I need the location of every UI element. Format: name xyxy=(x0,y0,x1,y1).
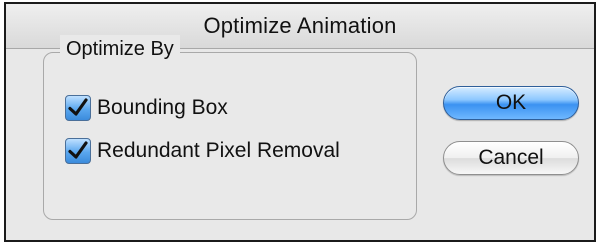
redundant-pixel-removal-checkbox[interactable] xyxy=(65,138,91,164)
optimize-animation-dialog: Optimize Animation Optimize By Bounding … xyxy=(4,2,596,242)
bounding-box-checkbox[interactable] xyxy=(65,95,91,121)
redundant-pixel-removal-label: Redundant Pixel Removal xyxy=(97,139,340,162)
bounding-box-label: Bounding Box xyxy=(97,96,228,119)
checkmark-icon xyxy=(68,141,88,159)
screen: Optimize Animation Optimize By Bounding … xyxy=(0,0,606,249)
cancel-button[interactable]: Cancel xyxy=(443,141,579,175)
ok-button[interactable]: OK xyxy=(443,86,579,120)
bounding-box-option[interactable]: Bounding Box xyxy=(65,94,228,122)
optimize-by-label: Optimize By xyxy=(60,35,180,63)
optimize-by-groupbox xyxy=(43,52,417,220)
redundant-pixel-removal-option[interactable]: Redundant Pixel Removal xyxy=(65,137,340,165)
checkmark-icon xyxy=(68,98,88,116)
dialog-title: Optimize Animation xyxy=(203,13,397,38)
